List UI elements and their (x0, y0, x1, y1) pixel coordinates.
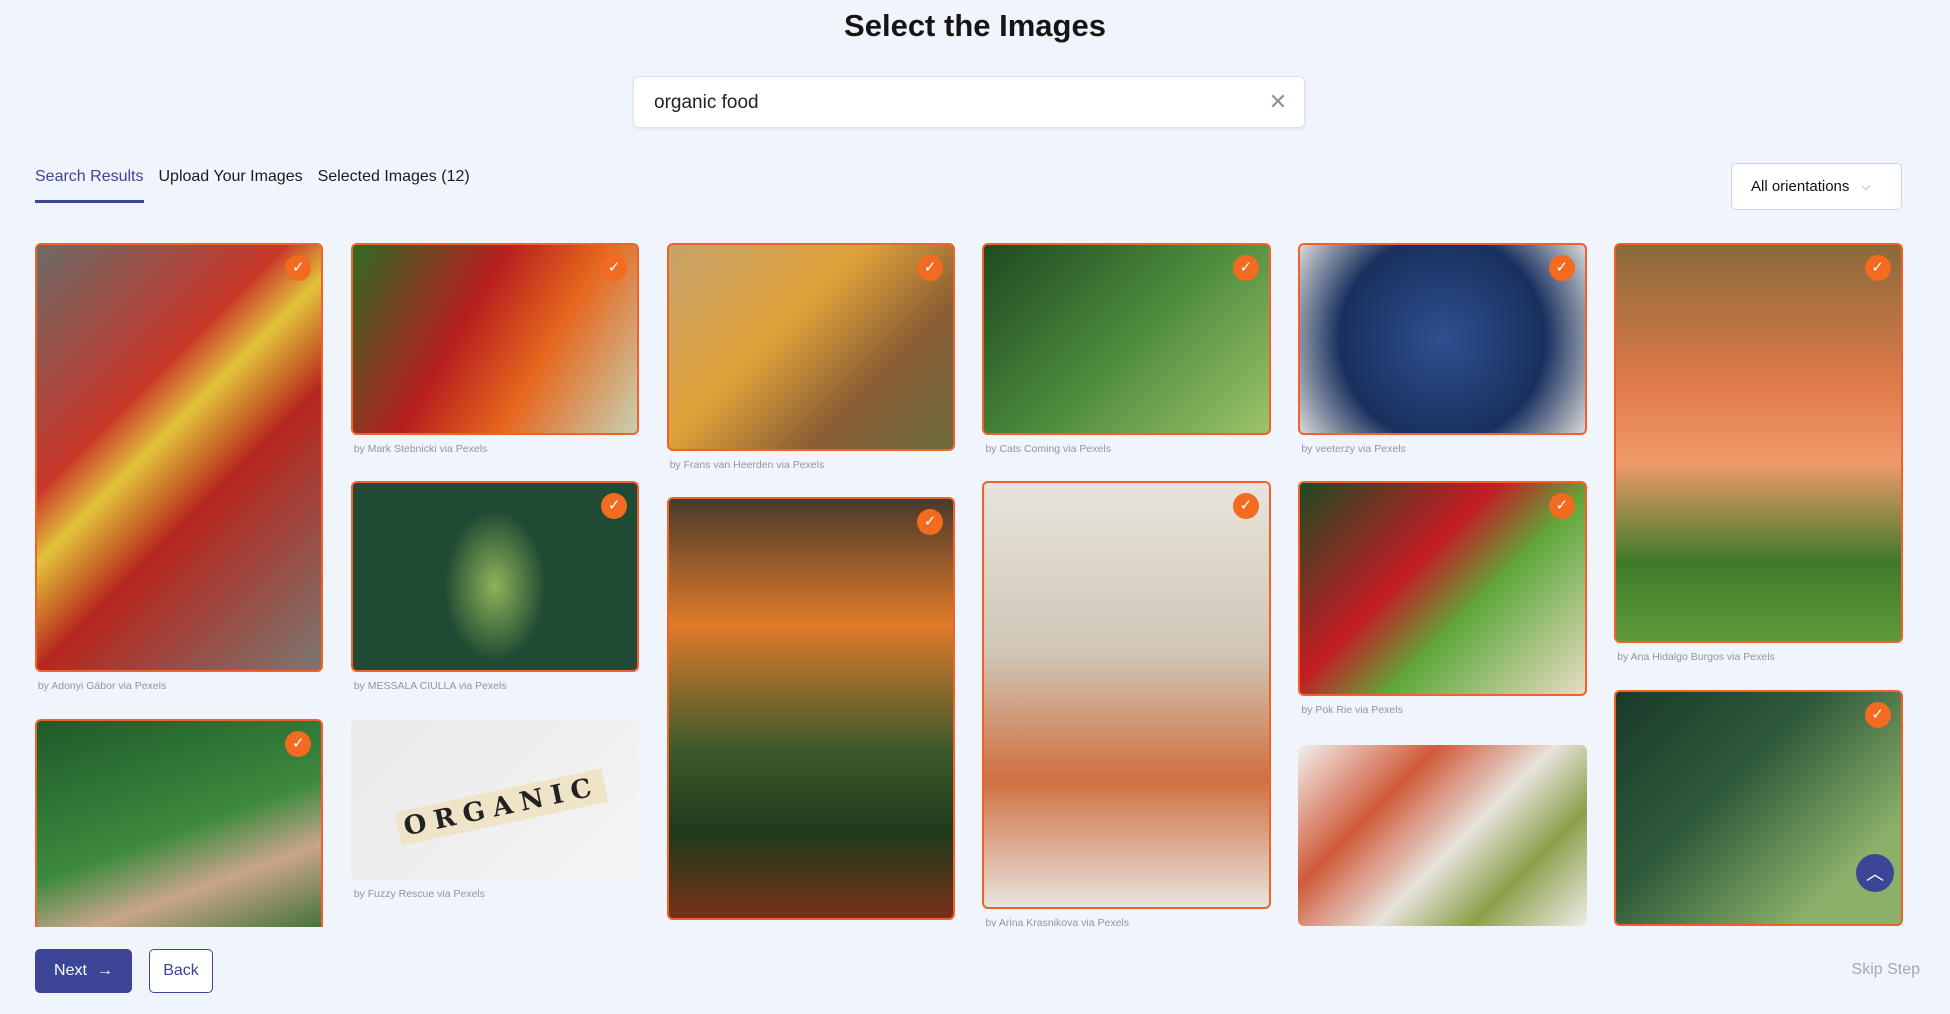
selected-check-icon[interactable]: ✓ (285, 254, 312, 281)
selected-check-icon[interactable]: ✓ (917, 254, 944, 281)
scroll-to-top-button[interactable]: ︿ (1856, 854, 1894, 892)
back-button[interactable]: Back (149, 949, 213, 993)
image-card[interactable]: ✓ (666, 242, 956, 452)
selected-check-icon[interactable]: ✓ (917, 509, 944, 536)
next-button[interactable]: Next → (35, 949, 132, 993)
image-card[interactable]: ✓ (1298, 242, 1587, 436)
image-credit: by Mark Stebnicki via Pexels (353, 443, 488, 456)
image-card[interactable]: ✓ (350, 481, 640, 672)
search-box[interactable]: ✕ (633, 76, 1305, 129)
search-input[interactable] (652, 77, 1236, 129)
selected-check-icon[interactable]: ✓ (1864, 254, 1891, 281)
image-card[interactable]: ✓ (1614, 242, 1903, 643)
close-icon[interactable]: ✕ (1266, 90, 1290, 114)
selected-check-icon[interactable]: ✓ (1232, 493, 1259, 520)
orientation-value: All orientations (1751, 178, 1850, 195)
image-card[interactable]: ✓ (34, 718, 324, 927)
tab-upload-images[interactable]: Upload Your Images (159, 168, 303, 203)
image-card[interactable]: ✓ (1298, 481, 1587, 697)
image-card[interactable]: ✓ (34, 242, 324, 672)
selected-check-icon[interactable]: ✓ (1232, 254, 1259, 281)
selected-check-icon[interactable]: ✓ (601, 254, 628, 281)
image-card[interactable] (1298, 744, 1587, 927)
image-credit: by Arina Krasnikova via Pexels (985, 917, 1130, 927)
selected-check-icon[interactable]: ✓ (1864, 702, 1891, 729)
tab-bar: Search Results Upload Your Images Select… (35, 168, 470, 203)
organic-tiles-image-text: ORGANIC (394, 768, 609, 846)
image-credit: by Pok Rie via Pexels (1301, 704, 1403, 717)
image-card[interactable]: ✓ (350, 242, 640, 436)
tab-search-results[interactable]: Search Results (35, 168, 144, 203)
image-card[interactable]: ORGANIC (350, 720, 640, 881)
image-grid: ✓ by Adonyi Gábor via Pexels ✓ ✓ by Mark Ste… (0, 230, 1950, 927)
image-card[interactable]: ✓ (666, 497, 956, 921)
image-card[interactable]: ✓ (982, 242, 1271, 436)
chevron-up-icon: ︿ (1866, 864, 1884, 884)
next-label: Next (54, 962, 87, 979)
selected-check-icon[interactable]: ✓ (285, 730, 312, 757)
skip-step-link[interactable]: Skip Step (1852, 961, 1920, 979)
image-card[interactable]: ✓ (982, 481, 1271, 910)
image-credit: by Fuzzy Rescue via Pexels (353, 888, 485, 901)
image-card[interactable]: ✓ (1614, 690, 1903, 927)
chevron-down-icon: ⌵ (1861, 179, 1871, 193)
image-credit: by MESSALA CIULLA via Pexels (353, 679, 507, 692)
image-credit: by Ana Hidalgo Burgos via Pexels (1617, 650, 1775, 663)
arrow-right-icon: → (96, 962, 113, 979)
selected-check-icon[interactable]: ✓ (601, 493, 628, 520)
selected-check-icon[interactable]: ✓ (1548, 254, 1575, 281)
page-title: Select the Images (844, 8, 1106, 43)
selected-check-icon[interactable]: ✓ (1548, 493, 1575, 520)
image-credit: by Adonyi Gábor via Pexels (37, 679, 167, 692)
image-credit: by veeterzy via Pexels (1301, 443, 1406, 456)
tab-selected-images[interactable]: Selected Images (12) (318, 168, 470, 203)
image-credit: by Frans van Heerden via Pexels (669, 459, 825, 472)
image-credit: by Cats Coming via Pexels (985, 443, 1111, 456)
orientation-select[interactable]: All orientations ⌵ (1731, 163, 1902, 210)
